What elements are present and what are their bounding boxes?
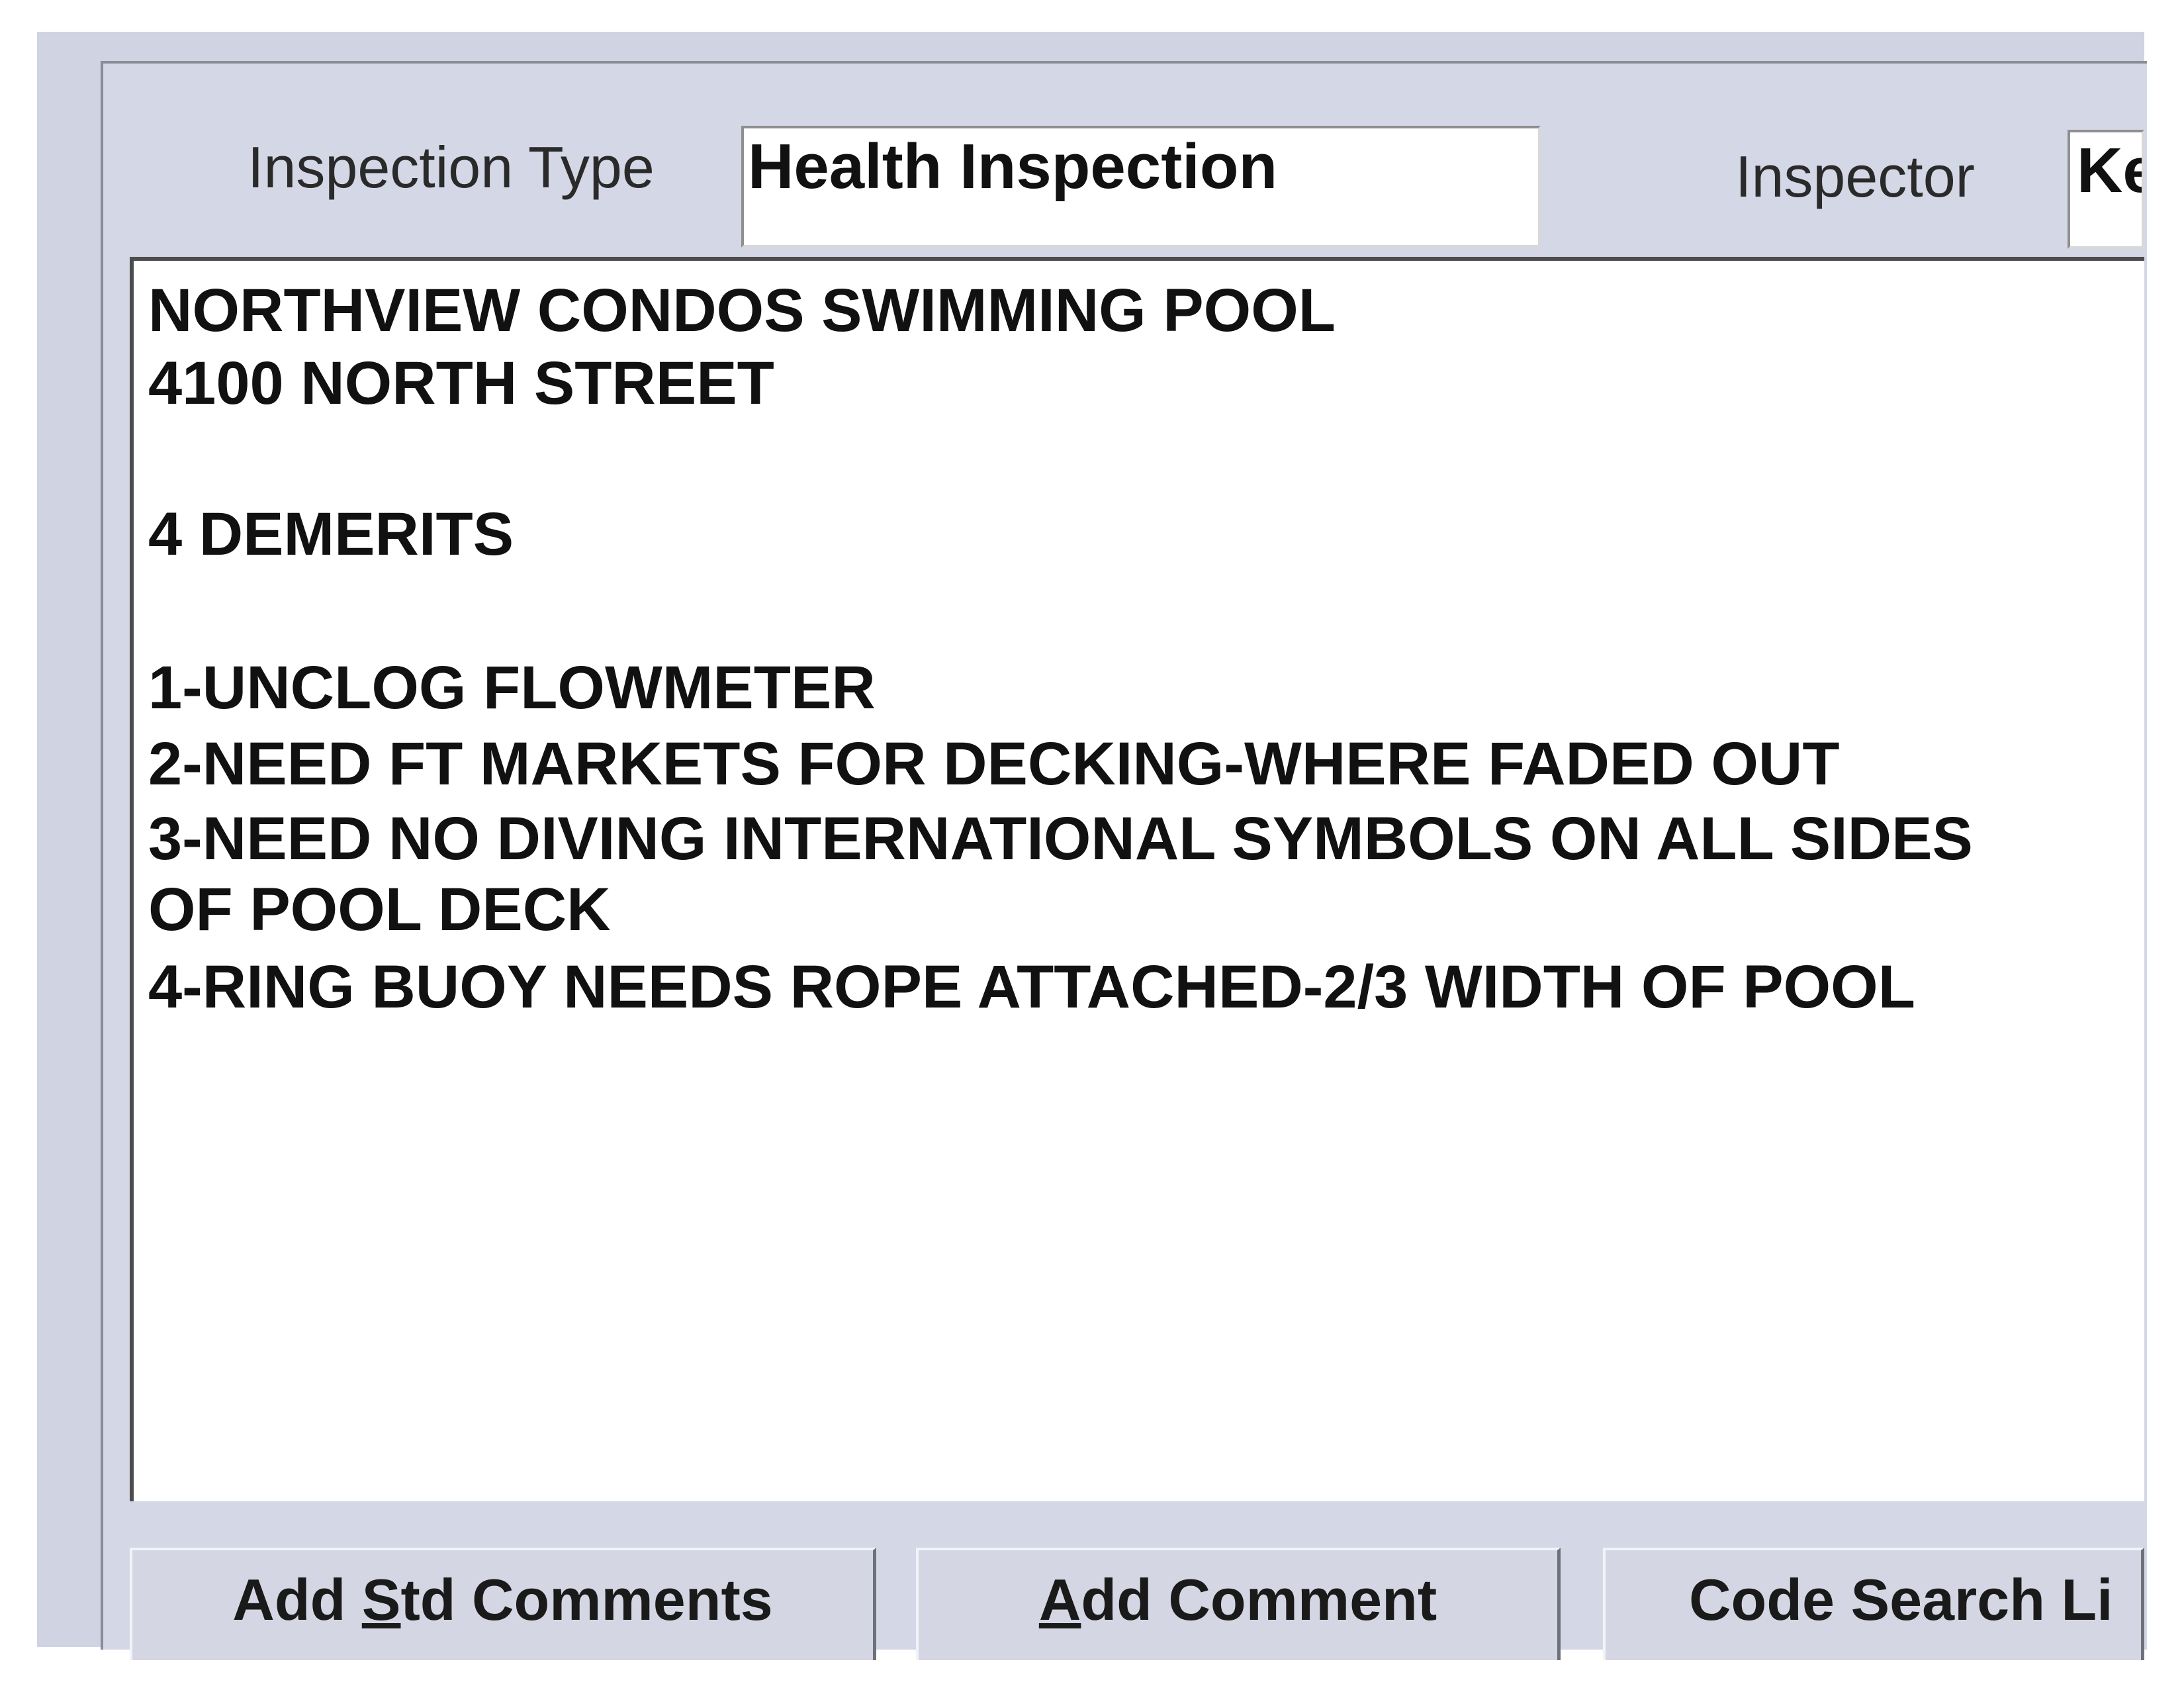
comment-line: OF POOL DECK (148, 876, 611, 943)
add-std-comments-label-before: Add (232, 1567, 362, 1632)
comment-line: 2-NEED FT MARKETS FOR DECKING-WHERE FADE… (148, 730, 1840, 798)
comment-line: 4100 NORTH STREET (148, 350, 774, 417)
inspector-label: Inspector (1735, 144, 1975, 209)
inspection-type-label: Inspection Type (248, 134, 655, 200)
comments-textarea[interactable]: NORTHVIEW CONDOS SWIMMING POOL 4100 NORT… (130, 257, 2144, 1501)
comment-line: 4-RING BUOY NEEDS ROPE ATTACHED-2/3 WIDT… (148, 953, 1915, 1021)
comment-line: 4 DEMERITS (148, 500, 514, 568)
add-comment-label-after: dd Comment (1081, 1567, 1437, 1632)
inspector-field[interactable]: Ke (2068, 130, 2144, 249)
add-std-comments-button[interactable]: Add Std Comments (130, 1548, 876, 1660)
code-search-label: Code Search Li (1689, 1567, 2113, 1632)
comment-line: NORTHVIEW CONDOS SWIMMING POOL (148, 277, 1336, 344)
inspection-type-field[interactable]: Health Inspection (741, 126, 1541, 248)
add-comment-button[interactable]: Add Comment (916, 1548, 1561, 1660)
code-search-button[interactable]: Code Search Li (1603, 1548, 2144, 1660)
add-std-comments-mnemonic: S (361, 1567, 401, 1632)
add-comment-mnemonic: A (1038, 1567, 1081, 1632)
scanned-page: Inspection Type Health Inspection Inspec… (0, 0, 2184, 1688)
comment-line: 1-UNCLOG FLOWMETER (148, 654, 876, 722)
add-std-comments-label-after: td Comments (400, 1567, 773, 1632)
comment-line: 3-NEED NO DIVING INTERNATIONAL SYMBOLS O… (148, 805, 1973, 872)
